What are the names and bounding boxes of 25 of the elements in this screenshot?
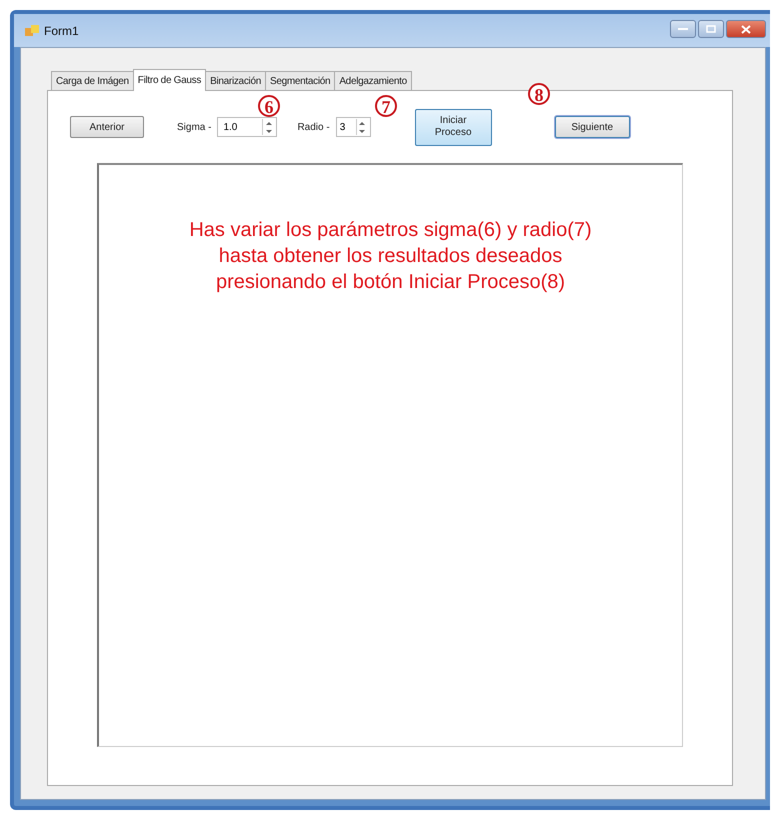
- tab[interactable]: Filtro de Gauss: [132, 69, 206, 91]
- window-title: Form1: [44, 24, 79, 38]
- tab[interactable]: Adelgazamiento: [334, 71, 412, 90]
- maximize-button[interactable]: [698, 20, 724, 38]
- radius-spinner[interactable]: 3: [336, 117, 371, 137]
- minimize-button[interactable]: [670, 20, 696, 38]
- previous-button[interactable]: Anterior: [70, 116, 144, 138]
- start-button[interactable]: Iniciar Proceso: [414, 108, 492, 146]
- callout-number: 6: [258, 95, 280, 117]
- close-button[interactable]: [726, 20, 766, 38]
- tab[interactable]: Binarización: [205, 71, 266, 90]
- close-icon: [741, 24, 751, 34]
- radius-label: Radio -: [297, 122, 330, 132]
- tab[interactable]: Segmentación: [264, 71, 336, 90]
- callout-number: 8: [528, 83, 550, 105]
- maximize-icon: [706, 25, 716, 33]
- app-icon: [24, 24, 40, 38]
- callout-number: 7: [375, 95, 397, 117]
- sigma-label: Sigma -: [177, 122, 212, 132]
- instruction-text: Has variar los parámetros sigma(6) y radio(7) hasta obtener los resultados deseados presionando el botón Iniciar Proceso(8): [188, 218, 593, 295]
- sigma-spinner[interactable]: 1.0: [217, 117, 278, 137]
- spin-arrows-icon: [262, 119, 274, 135]
- next-button[interactable]: Siguiente: [554, 116, 630, 138]
- tab[interactable]: Carga de Imágen: [51, 71, 134, 90]
- minimize-icon: [678, 27, 688, 31]
